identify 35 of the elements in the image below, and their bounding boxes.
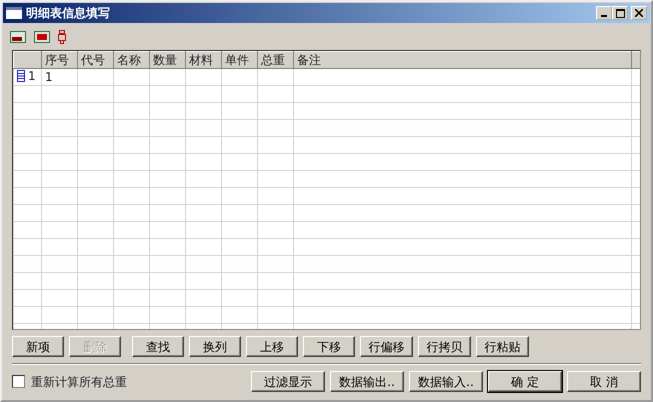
maximize-button[interactable] bbox=[612, 6, 628, 20]
action-button[interactable]: 查找 bbox=[132, 336, 184, 357]
pin-icon[interactable] bbox=[58, 30, 66, 44]
action-button[interactable]: 下移 bbox=[303, 336, 355, 357]
dialog-button[interactable]: 取 消 bbox=[567, 371, 641, 392]
column-header[interactable]: 数量 bbox=[150, 52, 186, 68]
column-header[interactable]: 单件 bbox=[222, 52, 258, 68]
column-header[interactable]: 序号 bbox=[42, 52, 78, 68]
checkbox-label: 重新计算所有总重 bbox=[31, 374, 127, 390]
window-title: 明细表信息填写 bbox=[26, 5, 110, 22]
minimize-button[interactable] bbox=[596, 6, 612, 20]
table-cell: 1 bbox=[45, 70, 53, 84]
action-button[interactable]: 行偏移 bbox=[360, 336, 413, 357]
action-button[interactable]: 行粘贴 bbox=[476, 336, 529, 357]
row-marker-icon bbox=[17, 70, 25, 82]
action-button[interactable]: 换列 bbox=[189, 336, 241, 357]
action-button[interactable]: 上移 bbox=[246, 336, 298, 357]
panel-icon[interactable] bbox=[34, 31, 50, 43]
action-button[interactable]: 行拷贝 bbox=[418, 336, 471, 357]
checkbox[interactable] bbox=[12, 375, 25, 388]
panel-icon[interactable] bbox=[10, 31, 26, 43]
maximize-icon bbox=[616, 8, 624, 18]
column-header[interactable]: 材料 bbox=[186, 52, 222, 68]
dialog-button[interactable]: 数据输出.. bbox=[330, 371, 404, 392]
close-button[interactable] bbox=[631, 6, 647, 20]
dialog-button[interactable]: 过滤显示 bbox=[251, 371, 325, 392]
window-icon bbox=[6, 7, 22, 19]
dialog-button[interactable]: 数据输入.. bbox=[409, 371, 483, 392]
column-header[interactable]: 名称 bbox=[114, 52, 150, 68]
column-header[interactable]: 总重 bbox=[258, 52, 294, 68]
action-button[interactable]: 新项 bbox=[12, 336, 64, 357]
close-icon bbox=[635, 9, 643, 17]
column-header[interactable]: 代号 bbox=[78, 52, 114, 68]
column-header[interactable]: 备注 bbox=[294, 52, 632, 68]
dialog-button[interactable]: 确 定 bbox=[488, 371, 562, 392]
